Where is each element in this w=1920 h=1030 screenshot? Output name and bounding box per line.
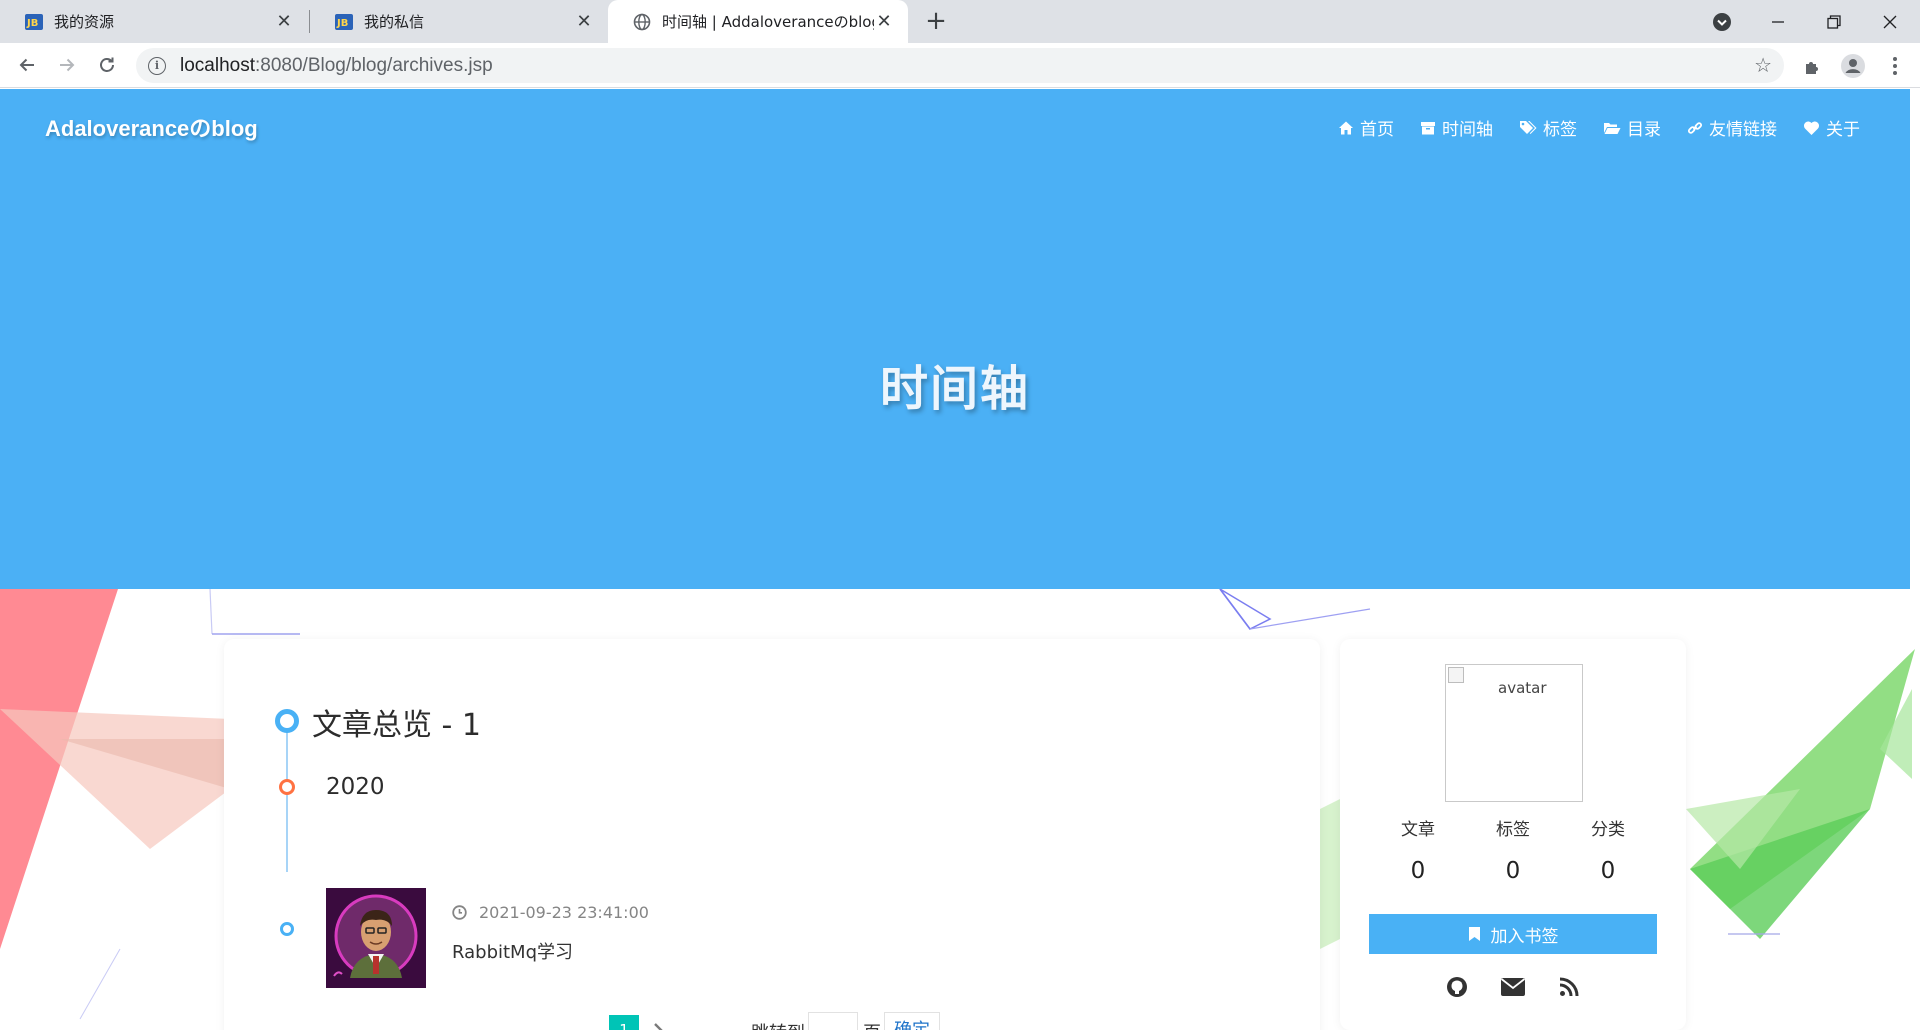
avatar: avatar: [1445, 664, 1583, 802]
bookmark-label: 加入书签: [1490, 926, 1559, 947]
overview-title: 文章总览 - 1: [312, 708, 481, 743]
page-unit-label: 页: [863, 1019, 881, 1030]
site-favicon-icon: JB: [334, 12, 354, 32]
tab-title: 我的私信: [364, 13, 425, 31]
jump-confirm-button[interactable]: 确定: [884, 1012, 940, 1030]
rss-icon[interactable]: [1556, 974, 1582, 1000]
stat-categories[interactable]: 分类 0: [1561, 815, 1656, 884]
nav-label: 标签: [1543, 120, 1577, 140]
folder-open-icon: [1604, 122, 1621, 134]
nav-label: 首页: [1360, 120, 1394, 140]
stat-label: 分类: [1591, 820, 1625, 840]
stat-tags[interactable]: 标签 0: [1466, 815, 1561, 884]
svg-text:JB: JB: [336, 18, 348, 29]
archive-card: 文章总览 - 1 2020 2021-09-23 23:41:00 Rabbit…: [224, 639, 1320, 1030]
post-thumbnail[interactable]: [326, 888, 426, 988]
stat-value: 0: [1410, 858, 1426, 884]
profile-card: avatar 文章 0 标签 0 分类 0 加入书签: [1340, 639, 1686, 1030]
add-bookmark-button[interactable]: 加入书签: [1369, 914, 1657, 954]
envelope-icon[interactable]: [1500, 974, 1526, 1000]
main-nav: 首页 时间轴 标签 目录 友情链接 关于: [1338, 115, 1860, 140]
close-window-icon[interactable]: [1862, 0, 1918, 43]
pager-page-current[interactable]: 1: [609, 1015, 639, 1030]
hero-banner: Adaloveranceのblog 首页 时间轴 标签 目录 友情链接 关于 时…: [0, 89, 1910, 589]
profile-icon[interactable]: [1838, 51, 1868, 81]
social-links: [1340, 974, 1686, 1000]
tags-icon: [1520, 120, 1537, 134]
nav-label: 友情链接: [1709, 120, 1777, 140]
site-brand[interactable]: Adaloveranceのblog: [45, 111, 258, 143]
stat-articles[interactable]: 文章 0: [1371, 815, 1466, 884]
nav-item-about[interactable]: 关于: [1803, 115, 1860, 140]
extensions-icon[interactable]: [1798, 51, 1828, 81]
nav-item-tags[interactable]: 标签: [1519, 115, 1577, 140]
back-icon[interactable]: [11, 49, 43, 81]
reload-icon[interactable]: [91, 49, 123, 81]
profile-stats: 文章 0 标签 0 分类 0: [1340, 815, 1686, 884]
tab-title: 时间轴 | Addaloveranceのblog: [662, 13, 874, 31]
stat-label: 标签: [1496, 820, 1530, 840]
avatar-alt-text: avatar: [1498, 679, 1547, 697]
home-icon: [1339, 121, 1353, 134]
minimize-icon[interactable]: [1750, 0, 1806, 43]
scrollbar-edge: [1910, 523, 1920, 643]
address-bar[interactable]: i localhost:8080/Blog/blog/archives.jsp …: [136, 48, 1784, 83]
timeline-head-dot: [275, 709, 299, 733]
nav-label: 时间轴: [1442, 120, 1493, 140]
post-title-link[interactable]: RabbitMq学习: [452, 938, 573, 964]
year-label: 2020: [326, 774, 385, 800]
svg-text:JB: JB: [26, 18, 38, 29]
post-date: 2021-09-23 23:41:00: [452, 903, 649, 922]
broken-image-icon: [1448, 667, 1464, 683]
url-text: localhost:8080/Blog/blog/archives.jsp: [180, 54, 493, 76]
forward-icon[interactable]: [51, 49, 83, 81]
browser-toolbar: i localhost:8080/Blog/blog/archives.jsp …: [0, 43, 1920, 88]
nav-label: 关于: [1826, 120, 1860, 140]
clock-icon: [452, 905, 467, 920]
nav-item-friend-links[interactable]: 友情链接: [1687, 115, 1777, 140]
new-tab-button[interactable]: +: [922, 8, 950, 36]
nav-label: 目录: [1627, 120, 1661, 140]
bookmark-star-icon[interactable]: ☆: [1754, 55, 1772, 75]
site-favicon-icon: JB: [24, 12, 44, 32]
chevron-right-icon[interactable]: [646, 1017, 670, 1030]
timeline-post-dot: [280, 922, 294, 936]
timeline-year-dot: [279, 779, 295, 795]
globe-icon: [632, 12, 652, 32]
restore-icon[interactable]: [1806, 0, 1862, 43]
link-icon: [1687, 121, 1703, 134]
jump-page-input[interactable]: [808, 1012, 858, 1030]
archive-icon: [1421, 121, 1435, 134]
page-title: 时间轴: [879, 361, 1030, 417]
post-date-text: 2021-09-23 23:41:00: [479, 903, 649, 922]
github-icon[interactable]: [1444, 974, 1470, 1000]
nav-item-categories[interactable]: 目录: [1603, 115, 1661, 140]
heart-icon: [1803, 120, 1820, 135]
web-page: Adaloveranceのblog 首页 时间轴 标签 目录 友情链接 关于 时…: [0, 89, 1920, 1030]
close-tab-icon[interactable]: ✕: [274, 11, 294, 32]
close-tab-icon[interactable]: ✕: [574, 11, 594, 32]
menu-dots-icon[interactable]: [1880, 51, 1910, 81]
bookmark-icon: [1468, 927, 1480, 941]
tab-search-icon[interactable]: [1694, 0, 1750, 43]
browser-tab-my-resources[interactable]: JB 我的资源 ✕: [0, 0, 308, 43]
stat-value: 0: [1505, 858, 1521, 884]
browser-tab-bar: JB 我的资源 ✕ JB 我的私信 ✕ 时间轴 | Addaloveranceの…: [0, 0, 1920, 43]
nav-item-home[interactable]: 首页: [1338, 115, 1394, 140]
browser-tab-my-messages[interactable]: JB 我的私信 ✕: [310, 0, 608, 43]
stat-label: 文章: [1401, 820, 1435, 840]
tab-title: 我的资源: [54, 13, 115, 31]
stat-value: 0: [1600, 858, 1616, 884]
timeline-line: [286, 722, 288, 872]
close-tab-icon[interactable]: ✕: [874, 11, 894, 32]
site-info-icon[interactable]: i: [148, 56, 166, 75]
jump-to-label: 跳转到: [751, 1019, 805, 1030]
browser-tab-archives[interactable]: 时间轴 | Addaloveranceのblog ✕: [608, 0, 908, 43]
nav-item-archives[interactable]: 时间轴: [1420, 115, 1493, 140]
